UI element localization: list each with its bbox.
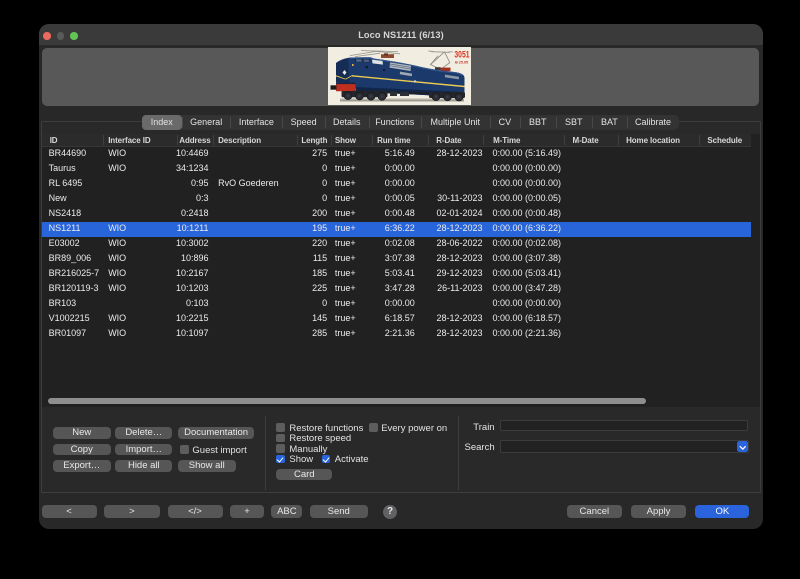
svg-text:B 25.05: B 25.05: [455, 60, 469, 65]
svg-text:3051: 3051: [454, 50, 469, 60]
